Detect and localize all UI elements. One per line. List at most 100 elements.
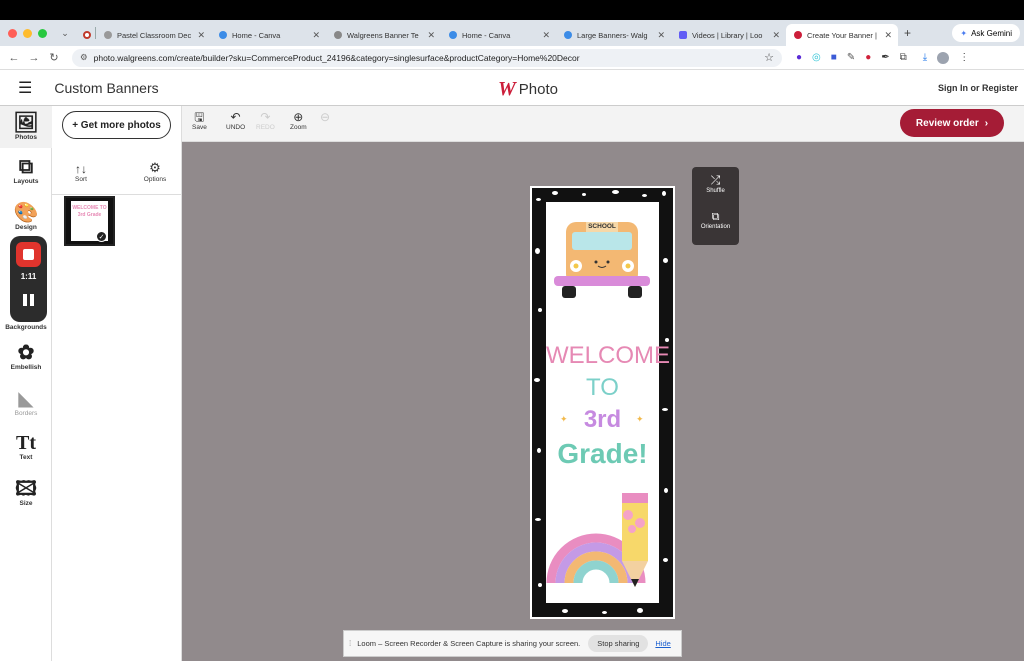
sort-arrows-icon: ↑↓ bbox=[75, 162, 87, 176]
menu-dots-icon[interactable]: ⋮ bbox=[959, 52, 969, 64]
loom-icon bbox=[679, 31, 687, 39]
tool-borders[interactable]: ◣ Borders bbox=[0, 388, 52, 417]
flower-icon: ✿ bbox=[17, 342, 35, 364]
close-window-icon[interactable] bbox=[8, 28, 17, 38]
redo-icon: ↷ bbox=[260, 110, 271, 124]
orientation-button[interactable]: ⧉ Orientation bbox=[692, 211, 739, 230]
tab-close-icon[interactable]: ✕ bbox=[542, 30, 550, 41]
stop-sharing-button[interactable]: Stop sharing bbox=[588, 635, 649, 652]
tab-home-canva[interactable]: Home - Canva ✕ bbox=[211, 24, 326, 46]
extensions-puzzle-icon[interactable]: ⧉ bbox=[900, 52, 907, 64]
os-top-bar bbox=[0, 0, 1024, 20]
download-icon[interactable]: ⤓ bbox=[923, 52, 927, 64]
tab-large-banners[interactable]: Large Banners- Walg ✕ bbox=[556, 24, 671, 46]
banner-line-to: TO bbox=[586, 374, 619, 401]
drag-handle-icon[interactable]: ⁞ bbox=[349, 639, 351, 648]
review-order-button[interactable]: Review order › bbox=[900, 109, 1004, 137]
url-field[interactable]: ⚙ photo.walgreens.com/create/builder?sku… bbox=[72, 48, 782, 67]
zoom-out-button[interactable]: ⊖ bbox=[320, 110, 330, 124]
banner-content: SCHOOL WELCOME TO ✦ 3rd ✦ Grade! bbox=[546, 202, 671, 603]
bookmark-star-icon[interactable]: ☆ bbox=[764, 51, 774, 64]
extension-icon[interactable]: ◎ bbox=[812, 52, 821, 64]
back-icon[interactable]: ← bbox=[4, 52, 24, 64]
loom-recorder-widget: 1:11 bbox=[10, 236, 47, 322]
pinterest-icon[interactable]: ● bbox=[865, 52, 871, 64]
extension-icon[interactable]: ■ bbox=[831, 52, 837, 64]
pinned-tab[interactable] bbox=[75, 24, 95, 46]
app-header: ☰ Custom Banners W Photo Sign In or Regi… bbox=[0, 70, 1024, 106]
tab-close-icon[interactable]: ✕ bbox=[427, 30, 435, 41]
tool-layouts[interactable]: ⧉ Layouts bbox=[0, 156, 52, 185]
recording-timer: 1:11 bbox=[20, 272, 37, 281]
tab-videos-library[interactable]: Videos | Library | Loo ✕ bbox=[671, 24, 786, 46]
shuffle-button[interactable]: ⤮ Shuffle bbox=[692, 173, 739, 194]
banner-line-welcome: WELCOME bbox=[546, 342, 671, 369]
new-tab-button[interactable]: + bbox=[904, 26, 911, 40]
palette-icon: 🎨 bbox=[13, 202, 39, 224]
tool-size[interactable]: 🖾 Size bbox=[0, 478, 52, 507]
tab-pastel-classroom[interactable]: Pastel Classroom Dec ✕ bbox=[96, 24, 211, 46]
pause-icon[interactable] bbox=[23, 294, 34, 306]
left-tool-bar: 🖼 Photos ⧉ Layouts 🎨 Design Backgrounds ✿ Em… bbox=[0, 106, 52, 661]
redo-button[interactable]: ↷ REDO bbox=[256, 110, 275, 131]
tab-close-icon[interactable]: ✕ bbox=[657, 30, 665, 41]
photos-panel: + Get more photos ↑↓ Sort ⚙ Options WELCOM… bbox=[52, 106, 182, 661]
orientation-icon: ⧉ bbox=[711, 211, 720, 223]
tab-favicon-icon bbox=[104, 31, 112, 39]
undo-icon: ↶ bbox=[230, 110, 241, 124]
sort-button[interactable]: ↑↓ Sort bbox=[66, 162, 96, 183]
undo-button[interactable]: ↶ UNDO bbox=[226, 110, 245, 131]
options-button[interactable]: ⚙ Options bbox=[140, 160, 170, 183]
save-button[interactable]: 🖫 Save bbox=[192, 110, 207, 131]
walgreens-photo-logo[interactable]: W Photo bbox=[498, 78, 558, 101]
tab-close-icon[interactable]: ✕ bbox=[312, 30, 320, 41]
rainbow-pencil-illustration bbox=[546, 493, 648, 587]
tab-close-icon[interactable]: ✕ bbox=[772, 30, 780, 41]
chevron-right-icon: › bbox=[984, 117, 989, 129]
size-icon: 🖾 bbox=[15, 478, 37, 500]
window-controls[interactable] bbox=[8, 28, 47, 38]
extension-icon[interactable]: ✒ bbox=[881, 52, 889, 64]
tab-create-banner[interactable]: Create Your Banner | ✕ bbox=[786, 24, 898, 46]
reload-icon[interactable]: ↻ bbox=[44, 51, 64, 64]
canva-icon bbox=[449, 31, 457, 39]
banner-preview[interactable]: SCHOOL WELCOME TO ✦ 3rd ✦ Grade! bbox=[530, 186, 675, 619]
forward-icon[interactable]: → bbox=[24, 52, 44, 64]
hamburger-menu-icon[interactable]: ☰ bbox=[18, 78, 32, 98]
tab-search-icon[interactable]: ⌄ bbox=[55, 28, 75, 39]
pinned-tab-icon bbox=[83, 31, 91, 39]
profile-avatar[interactable] bbox=[937, 51, 950, 64]
canva-icon bbox=[219, 31, 227, 39]
ask-gemini-button[interactable]: ✦ Ask Gemini bbox=[952, 24, 1020, 42]
checkmark-icon: ✓ bbox=[96, 231, 107, 242]
borders-icon: ◣ bbox=[18, 388, 34, 410]
minimize-window-icon[interactable] bbox=[23, 28, 32, 38]
extension-icon[interactable]: ● bbox=[796, 52, 802, 64]
hide-link[interactable]: Hide bbox=[655, 639, 670, 648]
maximize-window-icon[interactable] bbox=[38, 28, 47, 38]
text-icon: Tt bbox=[16, 432, 36, 454]
stop-square-icon bbox=[23, 249, 34, 260]
zoom-in-icon: ⊕ bbox=[293, 110, 304, 124]
tool-text[interactable]: Tt Text bbox=[0, 432, 52, 461]
get-more-photos-button[interactable]: + Get more photos bbox=[62, 111, 171, 139]
tool-design[interactable]: 🎨 Design bbox=[0, 202, 52, 231]
tool-backgrounds[interactable]: Backgrounds bbox=[0, 324, 52, 331]
tool-photos[interactable]: 🖼 Photos bbox=[0, 106, 52, 148]
design-canvas[interactable]: SCHOOL WELCOME TO ✦ 3rd ✦ Grade! ⤮ Shuff… bbox=[182, 142, 1024, 661]
tool-embellish[interactable]: ✿ Embellish bbox=[0, 342, 52, 371]
tab-home-canva-2[interactable]: Home - Canva ✕ bbox=[441, 24, 556, 46]
extension-icon[interactable]: ✎ bbox=[847, 52, 855, 64]
tab-close-icon[interactable]: ✕ bbox=[197, 30, 205, 41]
tab-walgreens-banner[interactable]: Walgreens Banner Te ✕ bbox=[326, 24, 441, 46]
zoom-in-button[interactable]: ⊕ Zoom bbox=[290, 110, 307, 131]
gear-icon: ⚙ bbox=[149, 160, 161, 175]
shuffle-icon: ⤮ bbox=[710, 173, 721, 187]
photo-thumbnail[interactable]: WELCOME TO 3rd Grade ✓ bbox=[64, 196, 115, 246]
gemini-icon: ✦ bbox=[960, 28, 968, 38]
sign-in-link[interactable]: Sign In or Register bbox=[938, 83, 1018, 93]
tab-close-icon[interactable]: ✕ bbox=[884, 30, 892, 41]
stop-record-button[interactable] bbox=[16, 242, 41, 267]
editor-toolbar: 🖫 Save ↶ UNDO ↷ REDO ⊕ Zoom ⊖ Review order › bbox=[182, 106, 1024, 142]
site-info-icon[interactable]: ⚙ bbox=[80, 52, 88, 63]
